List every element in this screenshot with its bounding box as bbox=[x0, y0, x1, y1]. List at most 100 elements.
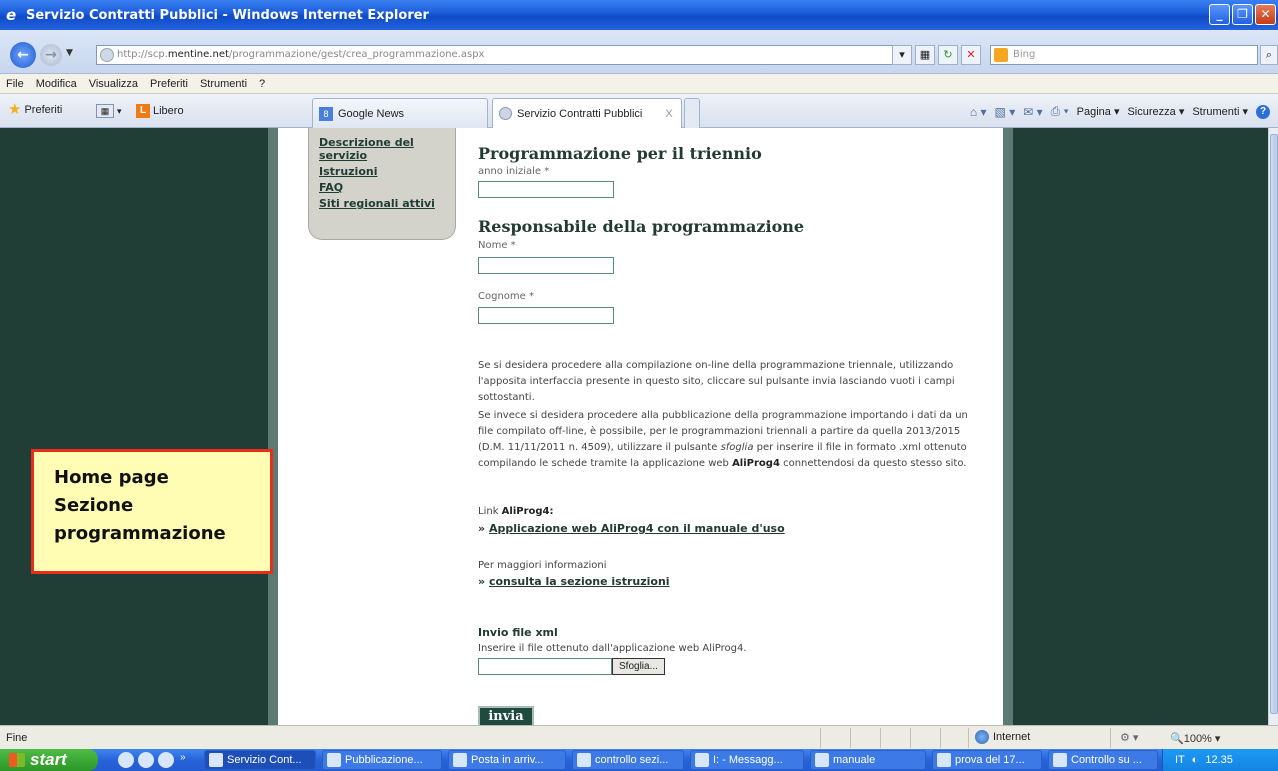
search-input[interactable]: Bing bbox=[990, 45, 1258, 65]
aliprog-link-label: Link AliProg4: bbox=[478, 506, 554, 517]
browse-button[interactable]: Sfoglia... bbox=[612, 658, 665, 675]
compatibility-view-icon[interactable]: ▦ bbox=[915, 45, 935, 65]
task-servizio[interactable]: Servizio Cont... bbox=[204, 750, 316, 770]
libero-label: Libero bbox=[153, 105, 184, 117]
system-tray: IT ◐ 12.35 bbox=[1162, 749, 1278, 771]
status-text: Fine bbox=[6, 732, 28, 744]
quicklaunch-opera-icon[interactable] bbox=[138, 752, 154, 768]
nav-descrizione[interactable]: Descrizione del servizio bbox=[319, 136, 429, 162]
protected-mode-icon[interactable]: ⚙ ▾ bbox=[1120, 731, 1138, 744]
print-icon[interactable]: ⎙ ▾ bbox=[1051, 104, 1069, 119]
clock[interactable]: 12.35 bbox=[1205, 754, 1233, 766]
tray-icons[interactable]: ◐ bbox=[1192, 754, 1199, 766]
callout-line-1: Home page bbox=[54, 467, 169, 488]
menu-help[interactable]: ? bbox=[259, 78, 265, 90]
windows-logo-icon bbox=[9, 753, 25, 767]
quick-tabs-button[interactable]: ▦ ▾ bbox=[96, 104, 122, 118]
stop-icon[interactable]: ✕ bbox=[961, 45, 981, 65]
quicklaunch-more-icon[interactable]: » bbox=[180, 752, 186, 763]
callout-line-2: Sezione bbox=[54, 495, 134, 516]
search-icon[interactable]: ⌕ bbox=[1260, 45, 1278, 65]
anno-label: anno iniziale * bbox=[478, 166, 550, 177]
nome-input[interactable] bbox=[478, 257, 614, 274]
back-button[interactable]: ← bbox=[10, 42, 36, 68]
language-indicator[interactable]: IT bbox=[1175, 754, 1185, 766]
start-button[interactable]: start bbox=[0, 749, 98, 771]
task-prova[interactable]: prova del 17... bbox=[932, 750, 1042, 770]
heading-programmazione: Programmazione per il triennio bbox=[478, 144, 762, 163]
invia-button[interactable]: invia bbox=[478, 706, 534, 725]
file-upload-group: Sfoglia... bbox=[478, 658, 665, 675]
menu-strumenti[interactable]: Strumenti bbox=[200, 78, 247, 90]
ie-logo-icon: e bbox=[6, 6, 17, 24]
history-dropdown-icon[interactable]: ▼ bbox=[66, 48, 73, 58]
info-label: Per maggiori informazioni bbox=[478, 560, 607, 571]
status-bar: Fine Internet ⚙ ▾ 🔍100% ▾ bbox=[0, 725, 1278, 749]
nome-label: Nome * bbox=[478, 240, 516, 251]
menu-preferiti[interactable]: Preferiti bbox=[150, 78, 188, 90]
bing-icon bbox=[994, 48, 1008, 62]
menu-visualizza[interactable]: Visualizza bbox=[89, 78, 138, 90]
nav-faq[interactable]: FAQ bbox=[319, 181, 447, 194]
url-dropdown-icon[interactable]: ▾ bbox=[892, 45, 912, 65]
security-zone[interactable]: Internet bbox=[975, 730, 1030, 744]
task-controllo-sezi[interactable]: controllo sezi... bbox=[572, 750, 684, 770]
menu-file[interactable]: File bbox=[6, 78, 24, 90]
side-navigation: Descrizione del servizio Istruzioni FAQ … bbox=[308, 128, 456, 240]
task-pubblicazione[interactable]: Pubblicazione... bbox=[322, 750, 442, 770]
sicurezza-menu[interactable]: Sicurezza ▾ bbox=[1127, 105, 1184, 118]
xml-section-title: Invio file xml bbox=[478, 626, 558, 639]
menu-modifica[interactable]: Modifica bbox=[36, 78, 77, 90]
aliprog-link[interactable]: » Applicazione web AliProg4 con il manua… bbox=[478, 522, 785, 535]
zoom-control[interactable]: 🔍100% ▾ bbox=[1170, 732, 1220, 745]
anno-iniziale-input[interactable] bbox=[478, 181, 614, 198]
feeds-icon[interactable]: ▧ ▾ bbox=[995, 105, 1016, 119]
favorites-button[interactable]: ★ Preferiti bbox=[8, 102, 62, 117]
libero-icon: L bbox=[136, 104, 150, 118]
task-manuale[interactable]: manuale bbox=[810, 750, 926, 770]
tab-servizio-contratti[interactable]: Servizio Contratti Pubblici X bbox=[492, 98, 682, 128]
search-placeholder: Bing bbox=[1013, 49, 1036, 60]
task-posta[interactable]: Posta in arriv... bbox=[448, 750, 566, 770]
task-messaggio[interactable]: I: - Messagg... bbox=[690, 750, 804, 770]
quicklaunch-browser-icon[interactable] bbox=[158, 752, 174, 768]
annotation-callout: Home page Sezione programmazione bbox=[31, 449, 273, 574]
right-border-stripe bbox=[1003, 128, 1013, 725]
nav-siti-regionali[interactable]: Siti regionali attivi bbox=[319, 197, 447, 210]
nav-istruzioni[interactable]: Istruzioni bbox=[319, 165, 447, 178]
globe-icon bbox=[975, 730, 989, 744]
url-input[interactable]: http://scp.mentine.net/programmazione/ge… bbox=[96, 45, 906, 65]
mail-icon[interactable]: ✉ ▾ bbox=[1023, 105, 1042, 119]
menu-bar: File Modifica Visualizza Preferiti Strum… bbox=[0, 74, 1278, 94]
file-path-input[interactable] bbox=[478, 658, 612, 675]
page-icon bbox=[499, 107, 512, 120]
zoom-label: 100% bbox=[1183, 733, 1212, 745]
tab-close-icon[interactable]: X bbox=[665, 108, 672, 120]
scrollbar-thumb[interactable] bbox=[1270, 134, 1278, 714]
forward-button[interactable]: → bbox=[40, 44, 62, 66]
refresh-icon[interactable]: ↻ bbox=[938, 45, 958, 65]
favorite-libero[interactable]: L Libero bbox=[136, 104, 184, 118]
vertical-scrollbar[interactable] bbox=[1268, 128, 1278, 725]
pagina-menu[interactable]: Pagina ▾ bbox=[1077, 105, 1120, 118]
page-content: Descrizione del servizio Istruzioni FAQ … bbox=[278, 128, 1003, 725]
new-tab-button[interactable] bbox=[684, 98, 700, 128]
quicklaunch-ie-icon[interactable] bbox=[118, 752, 134, 768]
strumenti-menu[interactable]: Strumenti ▾ bbox=[1192, 105, 1248, 118]
minimize-button[interactable]: _ bbox=[1209, 4, 1230, 25]
tab-google-news[interactable]: 8 Google News bbox=[312, 98, 488, 128]
url-prefix: http://scp. bbox=[117, 49, 168, 60]
help-icon[interactable]: ? bbox=[1256, 104, 1270, 119]
maximize-button[interactable]: ❐ bbox=[1232, 4, 1253, 25]
istruzioni-link[interactable]: » consulta la sezione istruzioni bbox=[478, 575, 670, 588]
cognome-input[interactable] bbox=[478, 307, 614, 324]
left-border-stripe bbox=[268, 128, 278, 725]
home-icon[interactable]: ⌂ ▾ bbox=[970, 105, 987, 119]
close-button[interactable]: ✕ bbox=[1255, 4, 1276, 25]
google-news-icon: 8 bbox=[319, 106, 333, 121]
instructions-paragraph-1: Se si desidera procedere alla compilazio… bbox=[478, 360, 955, 403]
task-controllo-su[interactable]: Controllo su ... bbox=[1048, 750, 1158, 770]
taskbar: start » Servizio Cont... Pubblicazione..… bbox=[0, 749, 1278, 771]
page-icon bbox=[100, 48, 114, 62]
tab-label: Servizio Contratti Pubblici bbox=[517, 107, 643, 120]
